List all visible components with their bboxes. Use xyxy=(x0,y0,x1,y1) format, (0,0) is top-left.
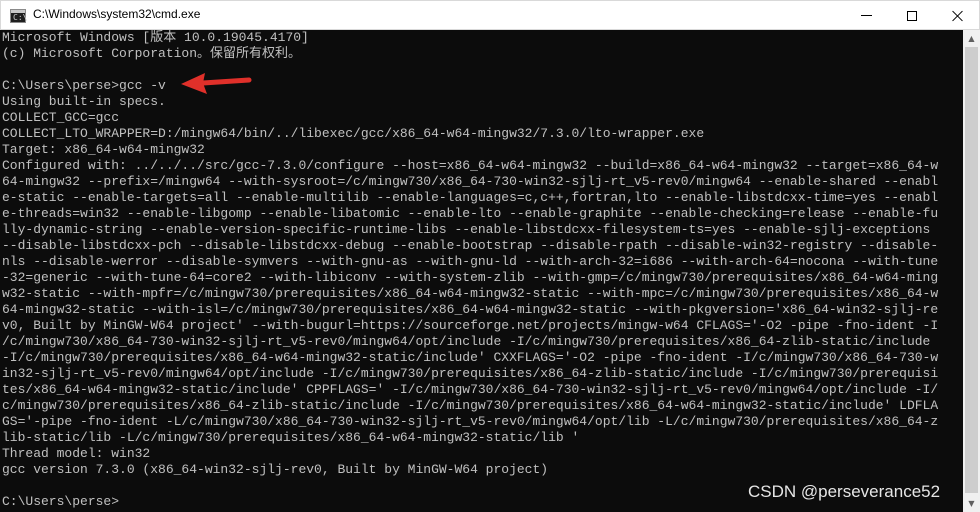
console-line: Configured with: ../../../src/gcc-7.3.0/… xyxy=(2,158,939,173)
scroll-up-arrow-icon[interactable]: ▲ xyxy=(963,30,980,47)
console-line: GS='-pipe -fno-ident -L/c/mingw730/x86_6… xyxy=(2,414,939,429)
minimize-button[interactable] xyxy=(843,1,889,30)
console-line: nls --disable-werror --disable-symvers -… xyxy=(2,254,939,269)
console-line: C:\Users\perse>gcc -v xyxy=(2,78,166,93)
cmd-app-icon[interactable]: C:\ xyxy=(10,9,27,23)
console-line: lly-dynamic-string --enable-version-spec… xyxy=(2,222,931,237)
maximize-button[interactable] xyxy=(889,1,935,30)
title-bar[interactable]: C:\ C:\Windows\system32\cmd.exe xyxy=(0,0,980,30)
console-line: 64-mingw32-static --with-isl=/c/mingw730… xyxy=(2,302,939,317)
minimize-icon xyxy=(860,15,872,16)
console-line: (c) Microsoft Corporation。保留所有权利。 xyxy=(2,46,302,61)
console-output[interactable]: Microsoft Windows [版本 10.0.19045.4170] (c… xyxy=(0,30,962,512)
console-line: 64-mingw32 --prefix=/mingw64 --with-sysr… xyxy=(2,174,939,189)
console-line: --disable-libstdcxx-pch --disable-libstd… xyxy=(2,238,939,253)
close-icon xyxy=(952,10,964,22)
maximize-icon xyxy=(907,10,917,21)
console-line: e-threads=win32 --enable-libgomp --enabl… xyxy=(2,206,939,221)
console-line: COLLECT_GCC=gcc xyxy=(2,110,120,125)
red-annotation-arrow-icon xyxy=(181,73,252,94)
console-line: -32=generic --with-tune-64=core2 --with-… xyxy=(2,270,939,285)
console-line: Target: x86_64-w64-mingw32 xyxy=(2,142,205,157)
console-line: tes/x86_64-w64-mingw32-static/include' C… xyxy=(2,382,939,397)
console-line: v0, Built by MinGW-W64 project' --with-b… xyxy=(2,318,939,333)
console-line: c/mingw730/prerequisites/x86_64-zlib-sta… xyxy=(2,398,939,413)
scroll-thumb[interactable] xyxy=(965,47,978,493)
console-line: COLLECT_LTO_WRAPPER=D:/mingw64/bin/../li… xyxy=(2,126,705,141)
console-line: -I/c/mingw730/prerequisites/x86_64-w64-m… xyxy=(2,350,939,365)
vertical-scrollbar[interactable]: ▲ ▼ xyxy=(963,30,980,512)
console-line: w32-static --with-mpfr=/c/mingw730/prere… xyxy=(2,286,939,301)
window-title: C:\Windows\system32\cmd.exe xyxy=(33,7,201,21)
console-line: lib-static/lib -L/c/mingw730/prerequisit… xyxy=(2,430,580,445)
console-line: Using built-in specs. xyxy=(2,94,166,109)
console-line: Microsoft Windows [版本 10.0.19045.4170] xyxy=(2,30,309,45)
csdn-watermark: CSDN @perseverance52 xyxy=(748,482,941,501)
console-line: /c/mingw730/x86_64-730-win32-sjlj-rt_v5-… xyxy=(2,334,931,349)
console-line: Thread model: win32 xyxy=(2,446,151,461)
console-line: in32-sjlj-rt_v5-rev0/mingw64/opt/include… xyxy=(2,366,939,381)
close-button[interactable] xyxy=(935,1,980,30)
scroll-down-arrow-icon[interactable]: ▼ xyxy=(963,495,980,512)
console-line: e-static --enable-targets=all --enable-m… xyxy=(2,190,939,205)
console-line: gcc version 7.3.0 (x86_64-win32-sjlj-rev… xyxy=(2,462,549,477)
